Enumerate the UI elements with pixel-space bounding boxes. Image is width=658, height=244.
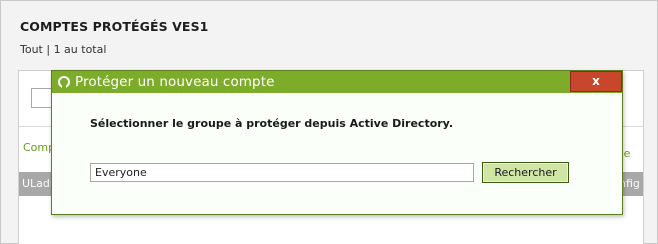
close-button[interactable]: x	[570, 71, 622, 92]
dialog-titlebar[interactable]: Protéger un nouveau compte x	[52, 71, 622, 93]
dialog-title: Protéger un nouveau compte	[75, 74, 275, 90]
page-title: COMPTES PROTÉGÉS VES1	[20, 19, 209, 34]
page-subtitle: Tout | 1 au total	[20, 43, 107, 56]
protect-account-icon	[58, 76, 70, 89]
search-button[interactable]: Rechercher	[482, 162, 569, 183]
dialog-prompt: Sélectionner le groupe à protéger depuis…	[90, 117, 454, 130]
table-header-cell-left[interactable]: ULadr	[22, 177, 54, 190]
group-search-input[interactable]	[90, 163, 474, 182]
protect-account-dialog: Protéger un nouveau compte x Sélectionne…	[51, 70, 623, 215]
